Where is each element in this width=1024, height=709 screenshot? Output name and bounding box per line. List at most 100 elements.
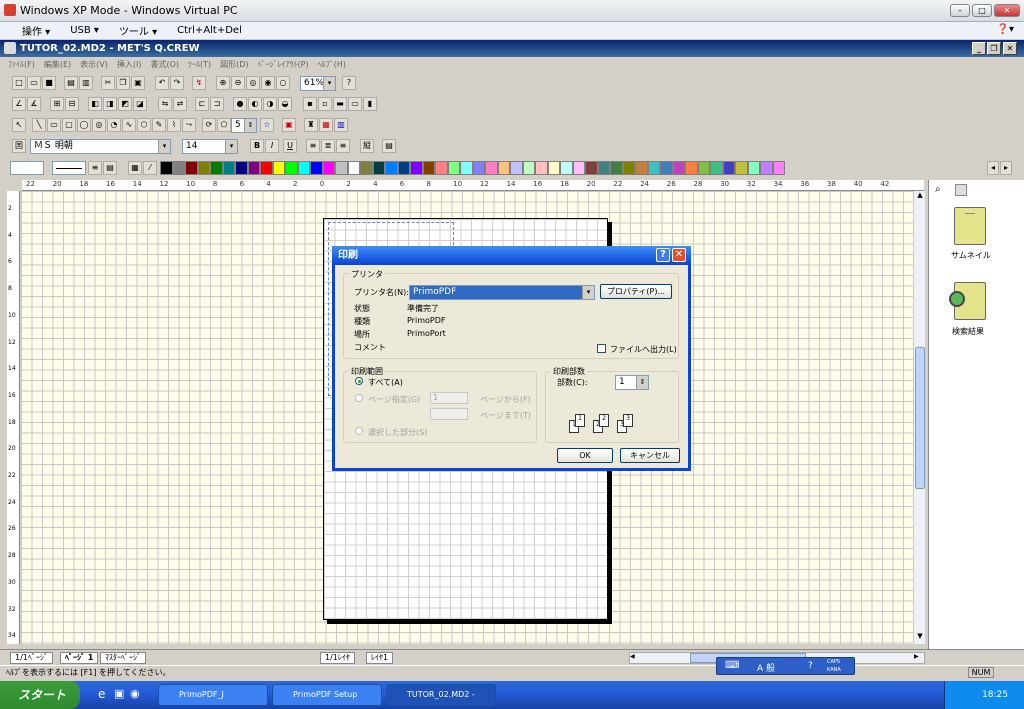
color-swatch[interactable] <box>585 161 598 175</box>
redo-icon[interactable]: ↷ <box>170 76 184 90</box>
task-primopdf-j[interactable]: PrimoPDF_J <box>158 684 268 706</box>
menu-insert[interactable]: 挿入(I) <box>117 59 142 70</box>
media-icon[interactable]: ◉ <box>130 687 140 700</box>
keyboard-icon[interactable]: ⌨ <box>725 660 739 671</box>
binoculars-icon[interactable]: ⌕ <box>935 184 941 195</box>
same-size-icon[interactable]: ▭ <box>348 97 362 111</box>
color-swatch[interactable] <box>497 161 510 175</box>
image-icon[interactable]: ▣ <box>282 118 296 132</box>
ie-icon[interactable]: e <box>98 687 105 701</box>
task-tutor[interactable]: TUTOR_02.MD2 - ME... <box>386 684 496 706</box>
open-icon[interactable]: ▭ <box>27 76 41 90</box>
menu-usb[interactable]: USB ▾ <box>70 25 99 36</box>
align-middle-icon[interactable]: ◐ <box>248 97 262 111</box>
color-swatch[interactable] <box>247 161 260 175</box>
group-icon[interactable]: ⊞ <box>50 97 64 111</box>
align-text-center-icon[interactable]: ≣ <box>321 139 335 153</box>
menu-tools[interactable]: ツール ▾ <box>119 23 157 38</box>
properties-button[interactable]: プロパティ(P)... <box>600 284 672 299</box>
ime-mode-label[interactable]: A 般 <box>757 661 775 674</box>
copies-stepper[interactable]: 1 ⇕ <box>615 375 649 390</box>
flip-v-icon[interactable]: ⇌ <box>173 97 187 111</box>
freeform-icon[interactable]: ✎ <box>152 118 166 132</box>
task-primopdf-setup[interactable]: PrimoPDF Setup <box>272 684 382 706</box>
color-swatch[interactable] <box>185 161 198 175</box>
print-icon[interactable]: ▤ <box>64 76 78 90</box>
bold-button[interactable]: B <box>250 139 264 153</box>
polyline-icon[interactable]: ⌇ <box>167 118 181 132</box>
rotate-right-icon[interactable]: ∡ <box>27 97 41 111</box>
color-swatch[interactable] <box>472 161 485 175</box>
ok-button[interactable]: OK <box>557 448 613 463</box>
align-left-icon[interactable]: ⊏ <box>195 97 209 111</box>
scroll-right-icon[interactable]: ▶ <box>914 653 924 660</box>
ungroup-icon[interactable]: ⊟ <box>65 97 79 111</box>
color-swatch[interactable] <box>522 161 535 175</box>
line-icon[interactable]: ╲ <box>32 118 46 132</box>
color-swatch[interactable] <box>322 161 335 175</box>
color-swatch[interactable] <box>385 161 398 175</box>
menu-tools-app[interactable]: ﾂｰﾙ(T) <box>188 59 211 70</box>
color-swatch[interactable] <box>297 161 310 175</box>
zoom-in-icon[interactable]: ⊕ <box>216 76 230 90</box>
text-style-icon[interactable]: ▤ <box>382 139 396 153</box>
save-icon[interactable]: ■ <box>42 76 56 90</box>
pattern-icon[interactable]: ▤ <box>103 161 117 175</box>
same-width-icon[interactable]: ▮ <box>363 97 377 111</box>
italic-button[interactable]: I <box>265 139 279 153</box>
align-right-icon[interactable]: ⊐ <box>210 97 224 111</box>
color-swatch[interactable] <box>397 161 410 175</box>
zoom-out-icon[interactable]: ⊖ <box>231 76 245 90</box>
paste-icon[interactable]: ▣ <box>131 76 145 90</box>
align-text-left-icon[interactable]: ≡ <box>306 139 320 153</box>
app-minimize-button[interactable]: _ <box>972 42 986 55</box>
color-swatch[interactable] <box>510 161 523 175</box>
color-swatch[interactable] <box>622 161 635 175</box>
star-icon[interactable]: ☆ <box>260 118 274 132</box>
menu-shape[interactable]: 図形(D) <box>220 59 248 70</box>
dialog-help-button[interactable]: ? <box>656 248 670 262</box>
menu-edit[interactable]: 編集(E) <box>44 59 71 70</box>
polygon-sides-icon[interactable]: ⬠ <box>217 118 231 132</box>
scroll-left-icon[interactable]: ◀ <box>630 653 640 660</box>
color-swatch[interactable] <box>610 161 623 175</box>
color-swatch[interactable] <box>447 161 460 175</box>
backward-icon[interactable]: ◪ <box>133 97 147 111</box>
graph-icon[interactable]: ▥ <box>334 118 348 132</box>
scroll-up-icon[interactable]: ▲ <box>915 191 925 202</box>
menu-view[interactable]: 表示(V) <box>80 59 108 70</box>
polygon-icon[interactable]: ⬡ <box>137 118 151 132</box>
round-rect-icon[interactable]: ▢ <box>62 118 76 132</box>
clipart-icon[interactable]: ♜ <box>304 118 318 132</box>
color-swatch[interactable] <box>710 161 723 175</box>
distribute-icon[interactable]: ▪ <box>303 97 317 111</box>
color-swatch[interactable] <box>347 161 360 175</box>
color-swatch[interactable] <box>485 161 498 175</box>
help-pointer-icon[interactable]: ? <box>342 76 356 90</box>
color-swatch[interactable] <box>547 161 560 175</box>
back-icon[interactable]: ◨ <box>103 97 117 111</box>
start-button[interactable]: スタート <box>0 681 80 709</box>
color-swatch[interactable] <box>685 161 698 175</box>
menu-action[interactable]: 操作 ▾ <box>22 23 50 38</box>
forward-icon[interactable]: ◩ <box>118 97 132 111</box>
align-center-icon[interactable]: ◒ <box>278 97 292 111</box>
menu-help[interactable]: ﾍﾙﾌﾟ(H) <box>318 59 346 70</box>
thumbnail-icon[interactable] <box>954 207 986 245</box>
rect-icon[interactable]: ▭ <box>47 118 61 132</box>
range-pages-radio[interactable] <box>355 394 363 402</box>
app-restore-button[interactable]: ❐ <box>987 42 1001 55</box>
file-output-checkbox[interactable] <box>597 344 606 353</box>
close-button[interactable]: ✕ <box>994 4 1020 17</box>
color-swatch[interactable] <box>285 161 298 175</box>
vertical-text-icon[interactable]: 縦 <box>360 139 374 153</box>
maximize-button[interactable]: □ <box>972 4 992 17</box>
color-swatch[interactable] <box>722 161 735 175</box>
color-swatch[interactable] <box>310 161 323 175</box>
vertical-scrollbar[interactable]: ▲ ▼ <box>913 191 925 644</box>
range-from-input[interactable]: 1 <box>430 392 468 404</box>
align-text-right-icon[interactable]: ≡ <box>336 139 350 153</box>
align-top-icon[interactable]: ● <box>233 97 247 111</box>
scroll-down-icon[interactable]: ▼ <box>915 632 925 643</box>
underline-button[interactable]: U <box>283 139 297 153</box>
